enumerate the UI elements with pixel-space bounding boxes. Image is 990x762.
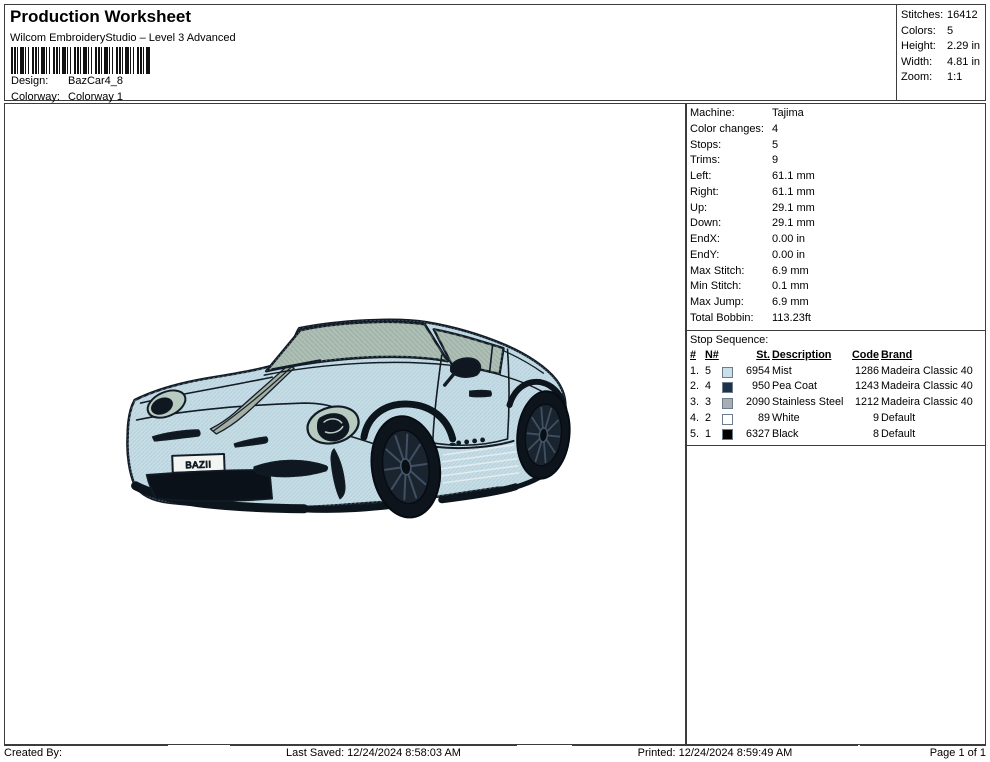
footer-created-by: Created By: <box>4 745 168 762</box>
stop-sequence-title: Stop Sequence: <box>690 333 982 349</box>
summary-row: Zoom:1:1 <box>901 70 981 86</box>
machine-row: EndY:0.00 in <box>690 248 982 264</box>
embroidery-design-car: BAZII <box>5 104 685 744</box>
machine-row: Max Stitch:6.9 mm <box>690 264 982 280</box>
page-title: Production Worksheet <box>10 7 191 27</box>
machine-row: Max Jump:6.9 mm <box>690 295 982 311</box>
stop-sequence-row: 5.1 6327 Black 8 Default <box>690 427 982 443</box>
colorway-value: Colorway 1 <box>68 91 123 103</box>
summary-row: Width:4.81 in <box>901 55 981 71</box>
stop-sequence-row: 3.3 2090 Stainless Steel 1212 Madeira Cl… <box>690 395 982 411</box>
machine-row: Stops:5 <box>690 138 982 154</box>
machine-row: Down:29.1 mm <box>690 216 982 232</box>
machine-row: Trims:9 <box>690 153 982 169</box>
machine-row: Min Stitch:0.1 mm <box>690 279 982 295</box>
footer-printed: Printed: 12/24/2024 8:59:49 AM <box>572 745 858 762</box>
machine-row: Color changes:4 <box>690 122 982 138</box>
machine-row: Right:61.1 mm <box>690 185 982 201</box>
machine-info-panel: Machine:Tajima Color changes:4 Stops:5 T… <box>686 103 986 745</box>
machine-row: Up:29.1 mm <box>690 201 982 217</box>
machine-details: Machine:Tajima Color changes:4 Stops:5 T… <box>687 104 985 331</box>
design-value: BazCar4_8 <box>68 75 123 87</box>
license-plate-text: BAZII <box>185 459 212 471</box>
thread-color-swatch <box>722 367 733 378</box>
software-subtitle: Wilcom EmbroideryStudio – Level 3 Advanc… <box>10 32 236 44</box>
machine-row: Total Bobbin:113.23ft <box>690 311 982 327</box>
thread-color-swatch <box>722 382 733 393</box>
production-worksheet-page: Production Worksheet Wilcom EmbroiderySt… <box>0 0 990 762</box>
design-summary: Stitches:16412 Colors:5 Height:2.29 in W… <box>896 4 986 101</box>
stop-sequence-header: # N# St. Description Code Brand <box>690 348 982 364</box>
stop-sequence: Stop Sequence: # N# St. Description Code… <box>687 331 985 447</box>
stop-sequence-row: 1.5 6954 Mist 1286 Madeira Classic 40 <box>690 364 982 380</box>
design-row: Design:BazCar4_8 <box>11 75 123 87</box>
design-canvas: BAZII <box>4 103 686 745</box>
footer-page-number: Page 1 of 1 <box>860 745 986 762</box>
machine-row: Left:61.1 mm <box>690 169 982 185</box>
machine-row: Machine:Tajima <box>690 106 982 122</box>
summary-row: Height:2.29 in <box>901 39 981 55</box>
thread-color-swatch <box>722 398 733 409</box>
footer-last-saved: Last Saved: 12/24/2024 8:58:03 AM <box>230 745 517 762</box>
colorway-label: Colorway: <box>11 91 68 103</box>
summary-row: Colors:5 <box>901 24 981 40</box>
header: Production Worksheet Wilcom EmbroiderySt… <box>4 4 986 101</box>
thread-color-swatch <box>722 414 733 425</box>
thread-color-swatch <box>722 429 733 440</box>
design-label: Design: <box>11 75 68 87</box>
summary-row: Stitches:16412 <box>901 8 981 24</box>
stop-sequence-row: 2.4 950 Pea Coat 1243 Madeira Classic 40 <box>690 379 982 395</box>
stop-sequence-row: 4.2 89 White 9 Default <box>690 411 982 427</box>
barcode-icon <box>11 47 151 74</box>
machine-row: EndX:0.00 in <box>690 232 982 248</box>
colorway-row: Colorway:Colorway 1 <box>11 91 123 103</box>
